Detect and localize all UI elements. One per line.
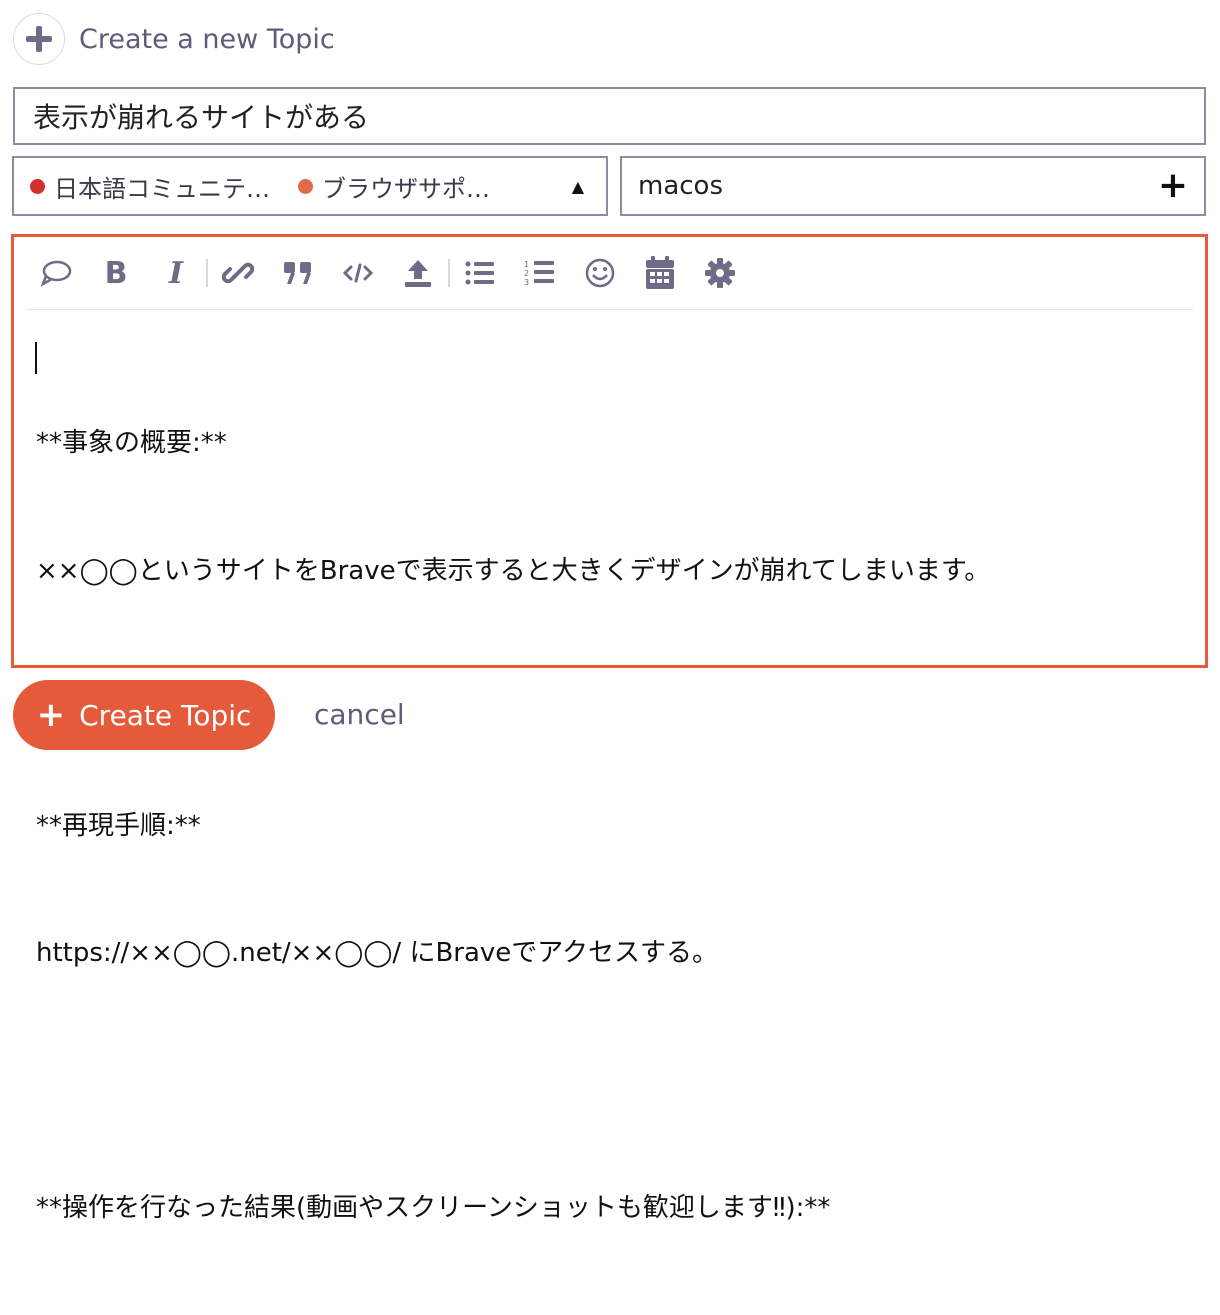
composer-editor[interactable]: B I 123 **事象の概要:** ××◯◯というサイトをBraveで表示する… [11,234,1208,1223]
svg-text:2: 2 [524,269,529,278]
quote-icon[interactable] [26,253,86,293]
code-icon[interactable] [328,253,388,293]
cancel-link[interactable]: cancel [314,698,405,731]
editor-textarea[interactable]: **事象の概要:** ××◯◯というサイトをBraveで表示すると大きくデザイン… [36,337,1185,1315]
bullet-list-icon[interactable] [450,253,510,293]
bold-icon[interactable]: B [86,253,146,293]
numbered-list-icon[interactable]: 123 [510,253,570,293]
editor-line: **操作を行なった結果(動画やスクリーンショットも歓迎します‼):** [36,1193,831,1223]
category-selector[interactable]: 日本語コミュニテ… ブラウザサポ… ▲ [12,156,608,216]
blockquote-icon[interactable] [268,253,328,293]
caret-up-icon[interactable]: ▲ [572,177,584,196]
calendar-icon[interactable] [630,253,690,293]
category-label: 日本語コミュニテ… [54,174,270,203]
topic-title-input[interactable] [13,87,1206,145]
gear-icon[interactable] [690,253,750,293]
category-badge: 日本語コミュニテ… [30,169,270,204]
category-badge: ブラウザサポ… [298,169,490,204]
editor-line: ××◯◯というサイトをBraveで表示すると大きくデザインが崩れてしまいます。 [36,555,991,586]
emoji-icon[interactable] [570,253,630,293]
editor-line: **再現手順:** [36,810,201,841]
plus-icon [13,13,65,65]
tag-value: macos [638,171,724,201]
editor-line: **事象の概要:** [36,428,227,458]
svg-text:3: 3 [524,278,529,287]
link-icon[interactable] [208,253,268,293]
editor-line: https://××◯◯.net/××◯◯/ にBraveでアクセスする。 [36,938,718,968]
tag-selector[interactable]: macos + [620,156,1206,216]
plus-icon: + [36,695,66,735]
create-topic-button[interactable]: + Create Topic [13,680,275,750]
add-tag-icon[interactable]: + [1158,168,1188,204]
upload-icon[interactable] [388,253,448,293]
svg-text:1: 1 [524,260,529,269]
editor-toolbar: B I 123 [26,237,1193,310]
italic-icon[interactable]: I [146,253,206,293]
composer-title: Create a new Topic [79,23,335,55]
category-color-dot [298,178,313,194]
create-topic-label: Create Topic [79,698,252,732]
composer-header: Create a new Topic [13,12,335,66]
category-color-dot [30,178,45,194]
category-label: ブラウザサポ… [322,174,490,203]
